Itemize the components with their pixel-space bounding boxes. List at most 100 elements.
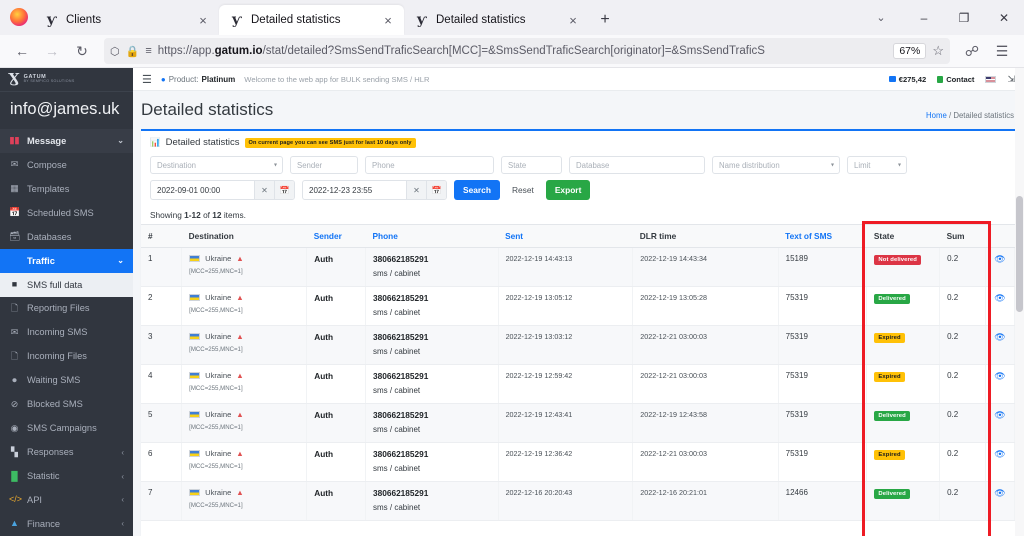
eye-icon[interactable]: 👁 xyxy=(993,254,1007,265)
close-window-button[interactable]: ✕ xyxy=(984,0,1024,35)
us-flag-icon[interactable] xyxy=(985,75,997,83)
permissions-icon[interactable]: ≡ xyxy=(145,45,151,57)
table-row[interactable]: 2 Ukraine ▲ [MCC=255,MNC=1] Auth 380662185291… xyxy=(141,286,1015,326)
close-icon[interactable]: × xyxy=(565,12,581,28)
sidebar-toggle-icon[interactable]: ☰ xyxy=(142,73,152,86)
calendar-icon[interactable]: 📅 xyxy=(274,181,294,199)
sidebar-item-sms-campaigns[interactable]: ◉ SMS Campaigns xyxy=(0,416,133,440)
logout-icon[interactable]: ⇲ xyxy=(1007,74,1015,85)
column-header-text-of-sms[interactable]: Text of SMS xyxy=(778,224,867,248)
destination-select[interactable]: Destination ▾ xyxy=(150,156,283,174)
lock-icon[interactable]: 🔒 xyxy=(126,45,140,58)
calendar-icon[interactable]: 📅 xyxy=(426,181,446,199)
column-header-sender[interactable]: Sender xyxy=(306,224,366,248)
eye-icon[interactable]: 👁 xyxy=(993,410,1007,421)
column-header-dlr-time[interactable]: DLR time xyxy=(632,224,779,248)
sidebar-item-incoming-sms[interactable]: ✉ Incoming SMS xyxy=(0,320,133,344)
date-to-value[interactable]: 2022-12-23 23:55 xyxy=(303,181,406,199)
clear-icon[interactable]: ✕ xyxy=(254,181,274,199)
scrollbar-thumb[interactable] xyxy=(1016,196,1023,312)
sidebar-item-statistic[interactable]: █ Statistic ‹ xyxy=(0,464,133,488)
column-header-index[interactable]: # xyxy=(141,224,182,248)
sidebar-item-templates[interactable]: ▦ Templates xyxy=(0,177,133,201)
sidebar-item-api[interactable]: </> API ‹ xyxy=(0,488,133,512)
name-distribution-select[interactable]: Name distribution ▾ xyxy=(712,156,840,174)
column-header-sum[interactable]: Sum xyxy=(939,224,986,248)
table-row[interactable]: 6 Ukraine ▲ [MCC=255,MNC=1] Auth 380662185291… xyxy=(141,442,1015,482)
sidebar-item-responses[interactable]: ▚ Responses ‹ xyxy=(0,440,133,464)
database-input[interactable]: Database xyxy=(569,156,705,174)
zoom-level-badge[interactable]: 67% xyxy=(893,43,927,59)
sidebar-item-waiting-sms[interactable]: ⏺ Waiting SMS xyxy=(0,368,133,392)
table-row[interactable]: 7 Ukraine ▲ [MCC=255,MNC=1] Auth 380662185291… xyxy=(141,481,1015,521)
back-icon[interactable]: ← xyxy=(8,38,36,64)
table-row[interactable]: 1 Ukraine ▲ [MCC=255,MNC=1] Auth 380662185291… xyxy=(141,247,1015,287)
eye-icon[interactable]: 👁 xyxy=(993,332,1007,343)
sidebar-item-compose[interactable]: ✉ Compose xyxy=(0,153,133,177)
cell-actions[interactable]: 👁 xyxy=(985,442,1015,482)
chevron-down-icon[interactable]: ⌄ xyxy=(866,0,896,35)
breadcrumb-home[interactable]: Home xyxy=(926,111,947,120)
browser-tab-detailed-statistics-2[interactable]: ƴ Detailed statistics × xyxy=(404,5,589,35)
column-header-state[interactable]: State xyxy=(866,224,940,248)
cell-index: 5 xyxy=(141,403,183,443)
sidebar-item-traffic[interactable]: Traffic ⌄ xyxy=(0,248,133,273)
cell-actions[interactable]: 👁 xyxy=(985,247,1015,287)
cell-actions[interactable]: 👁 xyxy=(985,481,1015,521)
eye-icon[interactable]: 👁 xyxy=(993,449,1007,460)
new-tab-button[interactable]: + xyxy=(597,12,613,28)
reload-icon[interactable]: ↻ xyxy=(68,38,96,64)
tab-title: Detailed statistics xyxy=(436,14,526,26)
limit-select[interactable]: Limit ▾ xyxy=(847,156,907,174)
column-header-phone[interactable]: Phone xyxy=(365,224,499,248)
sidebar-item-message[interactable]: ▮▮ Message ⌄ xyxy=(0,128,133,153)
eye-icon[interactable]: 👁 xyxy=(993,293,1007,304)
minimize-button[interactable]: – xyxy=(904,0,944,35)
close-icon[interactable]: × xyxy=(380,12,396,28)
sidebar-item-sms-full-data[interactable]: ■ SMS full data xyxy=(0,272,133,297)
cell-actions[interactable]: 👁 xyxy=(985,364,1015,404)
search-button[interactable]: Search xyxy=(454,180,500,200)
date-to-field[interactable]: 2022-12-23 23:55 ✕ 📅 xyxy=(302,180,447,200)
state-input[interactable]: State xyxy=(501,156,562,174)
browser-tab-clients[interactable]: ƴ Clients × xyxy=(34,5,219,35)
cell-actions[interactable]: 👁 xyxy=(985,325,1015,365)
clear-icon[interactable]: ✕ xyxy=(406,181,426,199)
cell-actions[interactable]: 👁 xyxy=(985,286,1015,326)
phone-input[interactable]: Phone xyxy=(365,156,494,174)
maximize-button[interactable]: ❐ xyxy=(944,0,984,35)
table-row[interactable]: 3 Ukraine ▲ [MCC=255,MNC=1] Auth 380662185291… xyxy=(141,325,1015,365)
url-bar[interactable]: ⬡ 🔒 ≡ https://app.gatum.io/stat/detailed… xyxy=(104,38,950,64)
reset-button[interactable]: Reset xyxy=(507,180,539,200)
bookmark-star-icon[interactable]: ☆ xyxy=(932,43,944,59)
page-scrollbar[interactable] xyxy=(1015,68,1024,536)
sidebar-item-scheduled-sms[interactable]: 📅 Scheduled SMS xyxy=(0,201,133,225)
browser-tab-detailed-statistics-active[interactable]: ƴ Detailed statistics × xyxy=(219,5,404,35)
sender-input[interactable]: Sender xyxy=(290,156,358,174)
table-row[interactable]: 5 Ukraine ▲ [MCC=255,MNC=1] Auth 380662185291… xyxy=(141,403,1015,443)
column-header-destination[interactable]: Destination xyxy=(181,224,307,248)
eye-icon[interactable]: 👁 xyxy=(993,488,1007,499)
sidebar-item-finance[interactable]: ▲ Finance ‹ xyxy=(0,512,133,536)
sidebar-item-blocked-sms[interactable]: ⊘ Blocked SMS xyxy=(0,392,133,416)
balance-indicator[interactable]: €275,42 xyxy=(888,75,926,84)
contact-button[interactable]: Contact xyxy=(937,75,974,84)
export-button[interactable]: Export xyxy=(545,180,591,200)
pocket-icon[interactable]: ☍ xyxy=(958,38,986,64)
date-from-field[interactable]: 2022-09-01 00:00 ✕ 📅 xyxy=(150,180,295,200)
date-from-value[interactable]: 2022-09-01 00:00 xyxy=(151,181,254,199)
forward-icon[interactable]: → xyxy=(38,38,66,64)
column-header-sent[interactable]: Sent xyxy=(498,224,633,248)
table-row[interactable]: 4 Ukraine ▲ [MCC=255,MNC=1] Auth 380662185291… xyxy=(141,364,1015,404)
shield-icon[interactable]: ⬡ xyxy=(110,45,120,58)
cell-destination: Ukraine ▲ [MCC=255,MNC=1] xyxy=(181,247,308,287)
cell-actions[interactable]: 👁 xyxy=(985,403,1015,443)
sidebar-item-incoming-files[interactable]: 🗋 Incoming Files xyxy=(0,344,133,368)
menu-hamburger-icon[interactable]: ☰ xyxy=(988,38,1016,64)
eye-icon[interactable]: 👁 xyxy=(993,371,1007,382)
browser-nav-bar: ← → ↻ ⬡ 🔒 ≡ https://app.gatum.io/stat/de… xyxy=(0,35,1024,68)
close-icon[interactable]: × xyxy=(195,12,211,28)
sidebar-item-reporting-files[interactable]: 🗋 Reporting Files xyxy=(0,297,133,321)
brand-logo[interactable]: Ɣ GATUM BY SEMPICO SOLUTIONS xyxy=(0,68,133,92)
sidebar-item-databases[interactable]: 🗃 Databases xyxy=(0,225,133,249)
